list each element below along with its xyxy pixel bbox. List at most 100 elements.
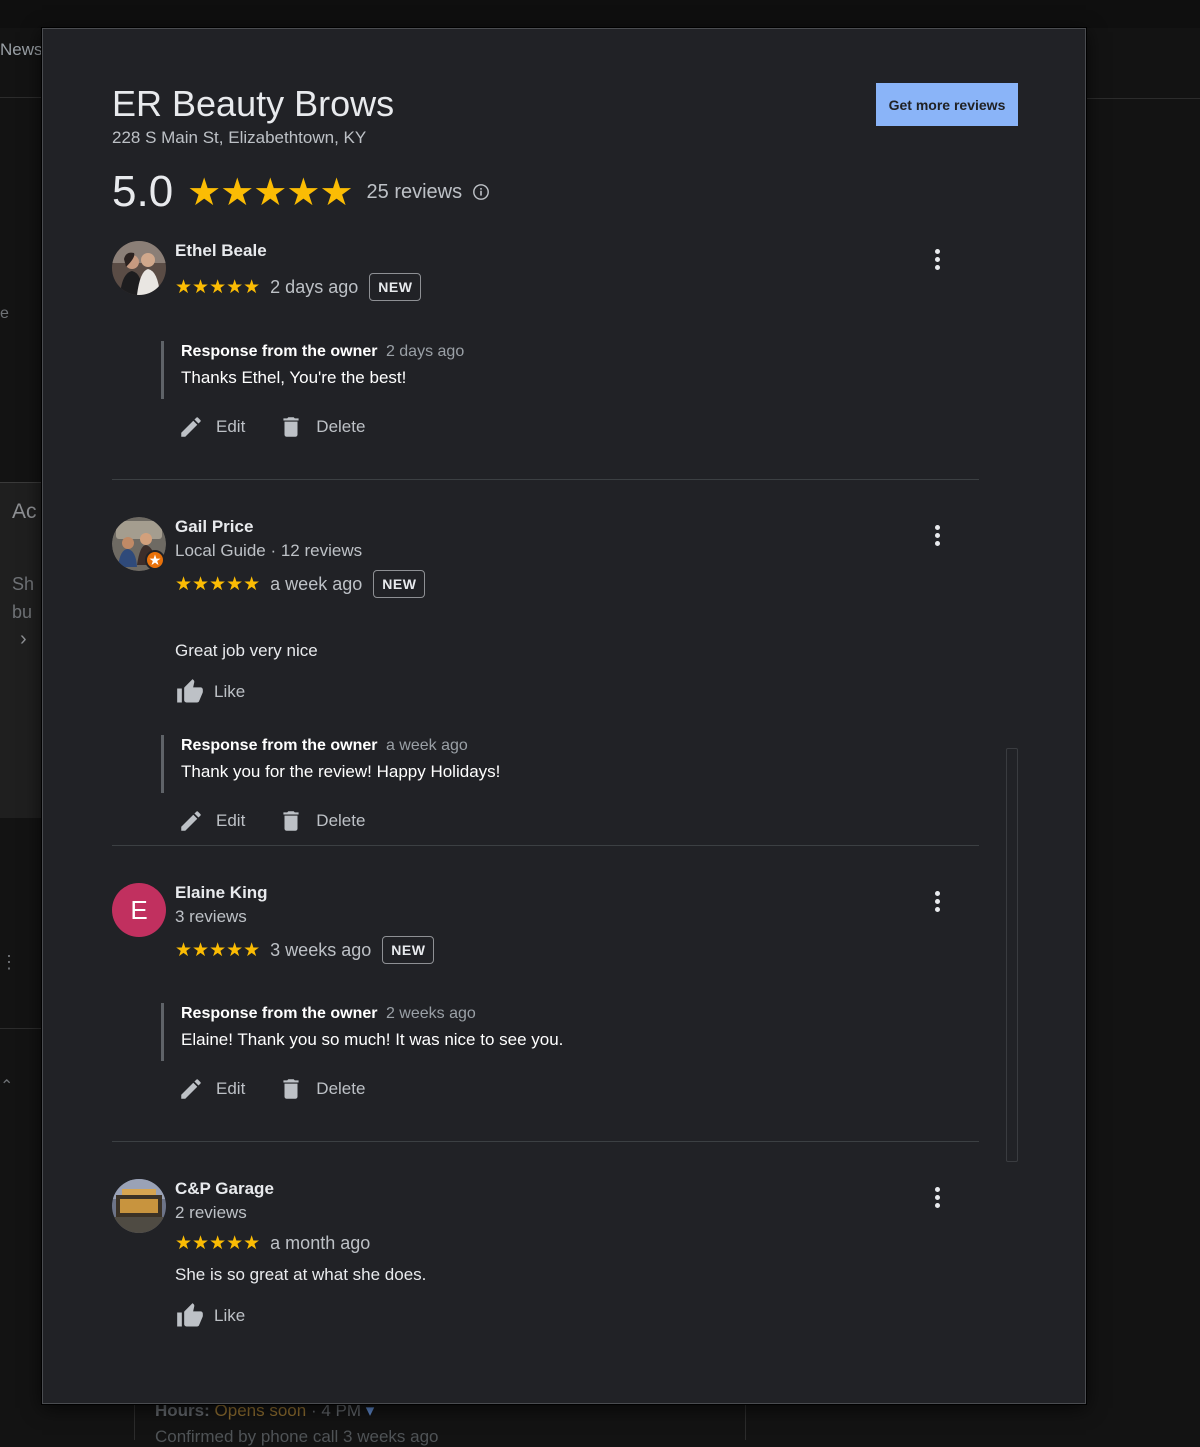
background-divider	[1086, 98, 1200, 99]
delete-label: Delete	[316, 1079, 366, 1098]
pencil-icon	[181, 811, 201, 831]
rating-stars: ★★★★★	[187, 171, 353, 214]
review-item: E Elaine King 3 reviews ★★★★★ 3 weeks ag…	[112, 883, 980, 1113]
background-confirmed-text: Confirmed by phone call 3 weeks ago	[155, 1427, 439, 1446]
review-count: 25 reviews	[366, 180, 463, 203]
avatar[interactable]	[112, 517, 166, 571]
review-time: 3 weeks ago	[270, 939, 372, 960]
average-rating: 5.0	[112, 167, 174, 216]
trash-icon	[283, 1079, 299, 1099]
more-vert-icon[interactable]	[932, 1187, 942, 1211]
background-top-bar	[0, 0, 1200, 28]
trash-icon	[283, 811, 299, 831]
owner-response: Response from the owner 2 days ago Thank…	[161, 341, 861, 399]
background-divider	[0, 97, 42, 98]
like-button[interactable]: Like	[175, 1301, 245, 1331]
owner-response: Response from the owner 2 weeks ago Elai…	[161, 1003, 861, 1061]
new-badge: NEW	[382, 936, 435, 964]
more-vert-icon[interactable]: ⋮	[0, 952, 18, 973]
review-item: C&P Garage 2 reviews ★★★★★ a month ago S…	[112, 1179, 980, 1359]
review-item: Ethel Beale ★★★★★ 2 days ago NEW Respons…	[112, 241, 980, 471]
background-divider	[0, 1028, 42, 1029]
review-time: 2 days ago	[270, 276, 359, 297]
review-stars: ★★★★★	[175, 939, 261, 961]
review-time: a month ago	[270, 1232, 371, 1253]
more-vert-icon[interactable]	[932, 525, 942, 549]
new-badge: NEW	[369, 273, 422, 301]
owner-response-label: Response from the owner	[181, 1005, 378, 1022]
owner-response-text: Thank you for the review! Happy Holidays…	[181, 762, 501, 781]
background-card-title: Ac	[12, 500, 37, 523]
reviewer-subtitle[interactable]: 3 reviews	[175, 907, 247, 927]
review-meta: ★★★★★ a month ago	[175, 1229, 370, 1257]
reviewer-name[interactable]: Ethel Beale	[175, 241, 267, 261]
background-card-line: bu	[12, 602, 33, 622]
reviewer-subtitle[interactable]: Local Guide · 12 reviews	[175, 541, 362, 561]
edit-response-button[interactable]: Edit	[178, 1076, 245, 1102]
avatar[interactable]: E	[112, 883, 166, 937]
response-actions: Edit Delete	[178, 1073, 365, 1105]
delete-response-button[interactable]: Delete	[278, 808, 365, 834]
owner-response-header: Response from the owner 2 weeks ago	[181, 1005, 861, 1023]
like-button[interactable]: Like	[175, 677, 245, 707]
review-stars: ★★★★★	[175, 276, 261, 298]
thumbs-up-icon	[177, 679, 203, 703]
review-stars: ★★★★★	[175, 1232, 261, 1254]
edit-response-button[interactable]: Edit	[178, 414, 245, 440]
chevron-right-icon[interactable]: ›	[20, 628, 27, 651]
review-stars: ★★★★★	[175, 573, 261, 595]
reviewer-name[interactable]: C&P Garage	[175, 1179, 274, 1199]
info-icon[interactable]	[472, 183, 490, 201]
thumbs-up-icon	[177, 1303, 203, 1327]
review-time: a week ago	[270, 573, 363, 594]
delete-label: Delete	[316, 811, 366, 830]
owner-response-text: Thanks Ethel, You're the best!	[181, 368, 407, 387]
reviewer-name[interactable]: Gail Price	[175, 517, 253, 537]
owner-response-header: Response from the owner 2 days ago	[181, 343, 861, 361]
owner-response-label: Response from the owner	[181, 737, 378, 754]
new-badge: NEW	[373, 570, 426, 598]
owner-response-time: 2 weeks ago	[385, 1005, 476, 1022]
review-text: Great job very nice	[175, 641, 318, 660]
scrollbar[interactable]	[1006, 748, 1018, 1162]
pencil-icon	[181, 1079, 201, 1099]
more-vert-icon[interactable]	[932, 249, 942, 273]
review-item: Gail Price Local Guide · 12 reviews ★★★★…	[112, 517, 980, 847]
response-actions: Edit Delete	[178, 411, 365, 443]
delete-label: Delete	[316, 417, 366, 436]
owner-response: Response from the owner a week ago Thank…	[161, 735, 861, 793]
local-guide-badge-icon	[145, 550, 165, 570]
review-meta: ★★★★★ 3 weeks ago NEW	[175, 936, 435, 964]
background-news-tab[interactable]: News	[0, 40, 43, 60]
review-divider	[112, 479, 979, 480]
chevron-up-icon[interactable]: ⌃	[0, 1076, 13, 1096]
reviews-dialog: ER Beauty Brows 228 S Main St, Elizabeth…	[42, 28, 1086, 1404]
review-divider	[112, 845, 979, 846]
owner-response-label: Response from the owner	[181, 343, 378, 360]
business-name: ER Beauty Brows	[112, 83, 395, 124]
more-vert-icon[interactable]	[932, 891, 942, 915]
reviewer-subtitle[interactable]: 2 reviews	[175, 1203, 247, 1223]
review-divider	[112, 1141, 979, 1142]
owner-response-header: Response from the owner a week ago	[181, 737, 861, 755]
background-hours[interactable]: Hours: Opens soon · 4 PM ▾	[155, 1401, 374, 1421]
trash-icon	[283, 417, 299, 437]
pencil-icon	[181, 417, 201, 437]
owner-response-text: Elaine! Thank you so much! It was nice t…	[181, 1030, 564, 1049]
avatar[interactable]	[112, 241, 166, 295]
like-label: Like	[214, 1306, 246, 1325]
edit-response-button[interactable]: Edit	[178, 808, 245, 834]
rating-summary: 5.0 ★★★★★ 25 reviews	[112, 167, 490, 217]
like-label: Like	[214, 682, 246, 701]
edit-label: Edit	[216, 417, 246, 436]
owner-response-time: a week ago	[385, 737, 468, 754]
edit-label: Edit	[216, 811, 246, 830]
delete-response-button[interactable]: Delete	[278, 1076, 365, 1102]
reviewer-name[interactable]: Elaine King	[175, 883, 268, 903]
review-text: She is so great at what she does.	[175, 1265, 427, 1284]
avatar[interactable]	[112, 1179, 166, 1233]
business-address: 228 S Main St, Elizabethtown, KY	[112, 128, 367, 147]
background-card-text: Sh bu	[12, 570, 34, 626]
get-more-reviews-button[interactable]: Get more reviews	[876, 83, 1018, 126]
delete-response-button[interactable]: Delete	[278, 414, 365, 440]
